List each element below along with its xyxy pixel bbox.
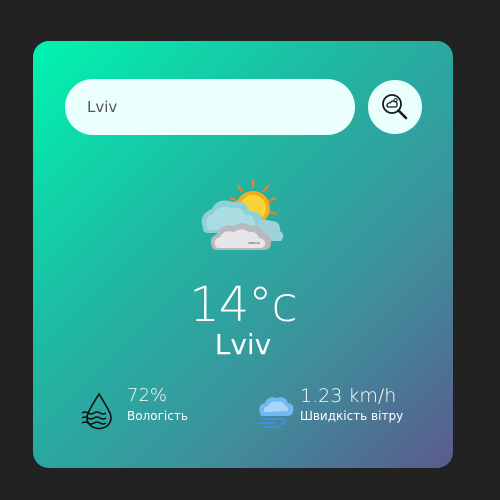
city-search-input[interactable] — [65, 79, 355, 135]
temperature-value: 14°c — [189, 277, 297, 333]
wind-value: 1.23 km/h — [300, 385, 397, 407]
humidity-detail: 72% Вологість — [79, 385, 239, 433]
wind-text: 1.23 km/h Швидкість вітру — [300, 385, 403, 425]
humidity-text: 72% Вологість — [127, 385, 188, 425]
wind-label: Швидкість вітру — [300, 409, 404, 423]
partly-cloudy-sun-icon — [201, 178, 284, 250]
humidity-value: 72% — [127, 385, 168, 406]
humidity-water-drop-icon — [81, 392, 112, 430]
wind-cloud-icon — [258, 397, 294, 430]
search-button[interactable] — [368, 80, 422, 134]
search-weather-icon — [382, 94, 408, 120]
city-name: Lviv — [214, 328, 272, 361]
search-bar — [65, 79, 423, 135]
weather-card: 14°c Lviv 72% Вологість 1.23 km/h Швидкі… — [33, 41, 453, 468]
wind-detail: 1.23 km/h Швидкість вітру — [255, 385, 445, 433]
humidity-label: Вологість — [127, 409, 188, 423]
